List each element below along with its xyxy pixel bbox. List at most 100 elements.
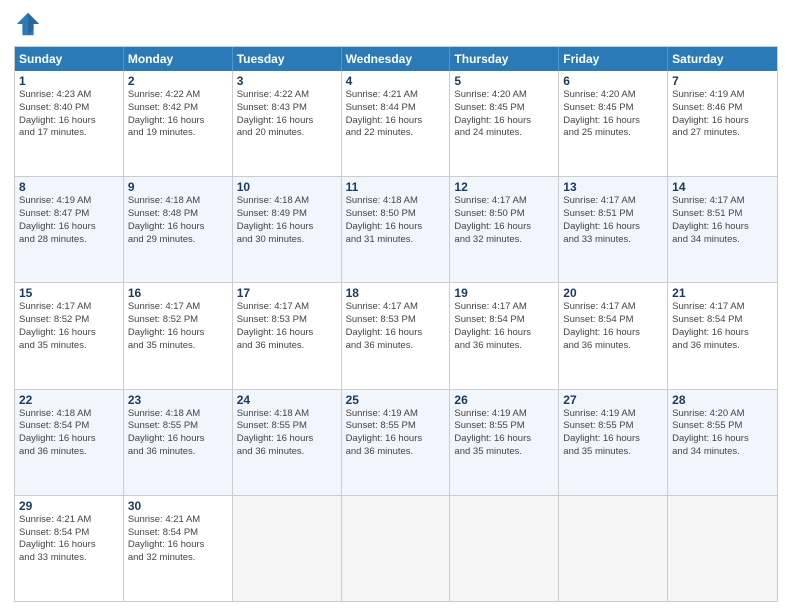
day-info: Sunrise: 4:17 AM Sunset: 8:51 PM Dayligh… — [672, 195, 773, 246]
day-cell-21: 21Sunrise: 4:17 AM Sunset: 8:54 PM Dayli… — [668, 283, 777, 388]
empty-cell — [450, 496, 559, 601]
calendar-header: SundayMondayTuesdayWednesdayThursdayFrid… — [15, 47, 777, 71]
empty-cell — [559, 496, 668, 601]
day-cell-11: 11Sunrise: 4:18 AM Sunset: 8:50 PM Dayli… — [342, 177, 451, 282]
day-info: Sunrise: 4:21 AM Sunset: 8:44 PM Dayligh… — [346, 89, 446, 140]
day-cell-6: 6Sunrise: 4:20 AM Sunset: 8:45 PM Daylig… — [559, 71, 668, 176]
day-cell-3: 3Sunrise: 4:22 AM Sunset: 8:43 PM Daylig… — [233, 71, 342, 176]
day-number: 16 — [128, 286, 228, 300]
day-number: 7 — [672, 74, 773, 88]
day-info: Sunrise: 4:18 AM Sunset: 8:48 PM Dayligh… — [128, 195, 228, 246]
day-info: Sunrise: 4:20 AM Sunset: 8:45 PM Dayligh… — [454, 89, 554, 140]
day-cell-9: 9Sunrise: 4:18 AM Sunset: 8:48 PM Daylig… — [124, 177, 233, 282]
day-info: Sunrise: 4:19 AM Sunset: 8:47 PM Dayligh… — [19, 195, 119, 246]
day-info: Sunrise: 4:20 AM Sunset: 8:45 PM Dayligh… — [563, 89, 663, 140]
day-number: 23 — [128, 393, 228, 407]
day-info: Sunrise: 4:17 AM Sunset: 8:52 PM Dayligh… — [128, 301, 228, 352]
day-info: Sunrise: 4:17 AM Sunset: 8:54 PM Dayligh… — [672, 301, 773, 352]
day-number: 22 — [19, 393, 119, 407]
header-day-tuesday: Tuesday — [233, 47, 342, 71]
day-cell-30: 30Sunrise: 4:21 AM Sunset: 8:54 PM Dayli… — [124, 496, 233, 601]
day-number: 4 — [346, 74, 446, 88]
day-cell-18: 18Sunrise: 4:17 AM Sunset: 8:53 PM Dayli… — [342, 283, 451, 388]
logo — [14, 10, 46, 38]
day-number: 18 — [346, 286, 446, 300]
day-number: 9 — [128, 180, 228, 194]
day-info: Sunrise: 4:21 AM Sunset: 8:54 PM Dayligh… — [19, 514, 119, 565]
logo-icon — [14, 10, 42, 38]
day-info: Sunrise: 4:17 AM Sunset: 8:50 PM Dayligh… — [454, 195, 554, 246]
day-info: Sunrise: 4:22 AM Sunset: 8:43 PM Dayligh… — [237, 89, 337, 140]
empty-cell — [233, 496, 342, 601]
empty-cell — [342, 496, 451, 601]
day-number: 14 — [672, 180, 773, 194]
day-cell-10: 10Sunrise: 4:18 AM Sunset: 8:49 PM Dayli… — [233, 177, 342, 282]
day-number: 17 — [237, 286, 337, 300]
day-number: 21 — [672, 286, 773, 300]
day-number: 15 — [19, 286, 119, 300]
header-day-wednesday: Wednesday — [342, 47, 451, 71]
calendar: SundayMondayTuesdayWednesdayThursdayFrid… — [14, 46, 778, 602]
day-info: Sunrise: 4:18 AM Sunset: 8:50 PM Dayligh… — [346, 195, 446, 246]
day-number: 6 — [563, 74, 663, 88]
day-info: Sunrise: 4:19 AM Sunset: 8:55 PM Dayligh… — [563, 408, 663, 459]
day-number: 12 — [454, 180, 554, 194]
day-number: 29 — [19, 499, 119, 513]
day-number: 11 — [346, 180, 446, 194]
day-number: 19 — [454, 286, 554, 300]
day-number: 13 — [563, 180, 663, 194]
day-info: Sunrise: 4:22 AM Sunset: 8:42 PM Dayligh… — [128, 89, 228, 140]
day-info: Sunrise: 4:19 AM Sunset: 8:55 PM Dayligh… — [346, 408, 446, 459]
day-number: 26 — [454, 393, 554, 407]
day-cell-5: 5Sunrise: 4:20 AM Sunset: 8:45 PM Daylig… — [450, 71, 559, 176]
day-cell-15: 15Sunrise: 4:17 AM Sunset: 8:52 PM Dayli… — [15, 283, 124, 388]
day-cell-28: 28Sunrise: 4:20 AM Sunset: 8:55 PM Dayli… — [668, 390, 777, 495]
day-info: Sunrise: 4:18 AM Sunset: 8:49 PM Dayligh… — [237, 195, 337, 246]
day-number: 27 — [563, 393, 663, 407]
calendar-week-2: 8Sunrise: 4:19 AM Sunset: 8:47 PM Daylig… — [15, 176, 777, 282]
header-day-friday: Friday — [559, 47, 668, 71]
day-cell-16: 16Sunrise: 4:17 AM Sunset: 8:52 PM Dayli… — [124, 283, 233, 388]
day-number: 20 — [563, 286, 663, 300]
day-cell-8: 8Sunrise: 4:19 AM Sunset: 8:47 PM Daylig… — [15, 177, 124, 282]
day-cell-4: 4Sunrise: 4:21 AM Sunset: 8:44 PM Daylig… — [342, 71, 451, 176]
day-cell-25: 25Sunrise: 4:19 AM Sunset: 8:55 PM Dayli… — [342, 390, 451, 495]
day-info: Sunrise: 4:17 AM Sunset: 8:53 PM Dayligh… — [346, 301, 446, 352]
day-cell-17: 17Sunrise: 4:17 AM Sunset: 8:53 PM Dayli… — [233, 283, 342, 388]
day-info: Sunrise: 4:17 AM Sunset: 8:51 PM Dayligh… — [563, 195, 663, 246]
day-cell-2: 2Sunrise: 4:22 AM Sunset: 8:42 PM Daylig… — [124, 71, 233, 176]
day-cell-7: 7Sunrise: 4:19 AM Sunset: 8:46 PM Daylig… — [668, 71, 777, 176]
day-cell-19: 19Sunrise: 4:17 AM Sunset: 8:54 PM Dayli… — [450, 283, 559, 388]
day-info: Sunrise: 4:17 AM Sunset: 8:54 PM Dayligh… — [454, 301, 554, 352]
main-container: SundayMondayTuesdayWednesdayThursdayFrid… — [0, 0, 792, 612]
header-day-thursday: Thursday — [450, 47, 559, 71]
day-number: 24 — [237, 393, 337, 407]
day-info: Sunrise: 4:17 AM Sunset: 8:52 PM Dayligh… — [19, 301, 119, 352]
header-day-saturday: Saturday — [668, 47, 777, 71]
calendar-week-4: 22Sunrise: 4:18 AM Sunset: 8:54 PM Dayli… — [15, 389, 777, 495]
day-cell-12: 12Sunrise: 4:17 AM Sunset: 8:50 PM Dayli… — [450, 177, 559, 282]
day-number: 28 — [672, 393, 773, 407]
day-cell-29: 29Sunrise: 4:21 AM Sunset: 8:54 PM Dayli… — [15, 496, 124, 601]
day-cell-24: 24Sunrise: 4:18 AM Sunset: 8:55 PM Dayli… — [233, 390, 342, 495]
day-info: Sunrise: 4:18 AM Sunset: 8:54 PM Dayligh… — [19, 408, 119, 459]
header-day-sunday: Sunday — [15, 47, 124, 71]
day-info: Sunrise: 4:21 AM Sunset: 8:54 PM Dayligh… — [128, 514, 228, 565]
day-number: 10 — [237, 180, 337, 194]
day-number: 2 — [128, 74, 228, 88]
day-cell-14: 14Sunrise: 4:17 AM Sunset: 8:51 PM Dayli… — [668, 177, 777, 282]
day-cell-1: 1Sunrise: 4:23 AM Sunset: 8:40 PM Daylig… — [15, 71, 124, 176]
day-cell-20: 20Sunrise: 4:17 AM Sunset: 8:54 PM Dayli… — [559, 283, 668, 388]
page-header — [14, 10, 778, 38]
empty-cell — [668, 496, 777, 601]
day-info: Sunrise: 4:17 AM Sunset: 8:53 PM Dayligh… — [237, 301, 337, 352]
day-cell-26: 26Sunrise: 4:19 AM Sunset: 8:55 PM Dayli… — [450, 390, 559, 495]
day-info: Sunrise: 4:19 AM Sunset: 8:46 PM Dayligh… — [672, 89, 773, 140]
calendar-week-1: 1Sunrise: 4:23 AM Sunset: 8:40 PM Daylig… — [15, 71, 777, 176]
day-info: Sunrise: 4:19 AM Sunset: 8:55 PM Dayligh… — [454, 408, 554, 459]
header-day-monday: Monday — [124, 47, 233, 71]
day-cell-27: 27Sunrise: 4:19 AM Sunset: 8:55 PM Dayli… — [559, 390, 668, 495]
calendar-week-5: 29Sunrise: 4:21 AM Sunset: 8:54 PM Dayli… — [15, 495, 777, 601]
day-number: 1 — [19, 74, 119, 88]
day-info: Sunrise: 4:18 AM Sunset: 8:55 PM Dayligh… — [237, 408, 337, 459]
